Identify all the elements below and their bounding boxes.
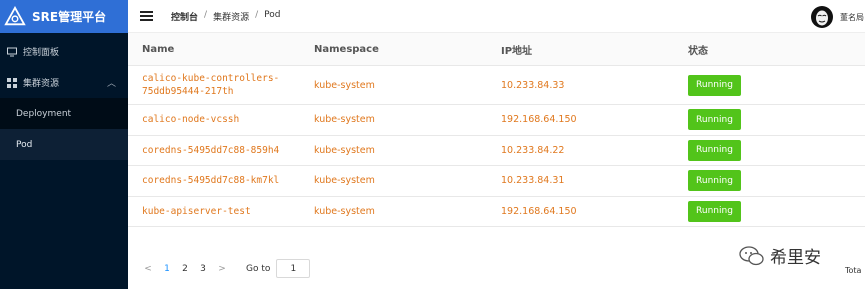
sidebar-item-label: Deployment [16, 108, 72, 119]
namespace-cell: kube-system [314, 144, 375, 156]
chevron-up-icon[interactable]: ︿ [107, 76, 116, 89]
table-row: coredns-5495dd7c88-859h4 kube-system 10.… [128, 136, 865, 166]
table-header: Name Namespace IP地址 状态 [128, 33, 865, 66]
menu-toggle-icon[interactable] [140, 11, 153, 21]
page-button-2[interactable]: 2 [176, 264, 194, 274]
prev-page-button[interactable]: < [138, 264, 158, 274]
monitor-icon [7, 47, 17, 56]
ip-cell: 10.233.84.31 [501, 175, 565, 187]
namespace-cell: kube-system [314, 205, 375, 217]
namespace-cell: kube-system [314, 114, 375, 126]
sidebar-item-deployment[interactable]: Deployment [0, 98, 128, 129]
status-badge[interactable]: Running [688, 74, 741, 96]
avatar[interactable] [811, 6, 833, 28]
pod-name-cell: calico-kube-controllers-75ddb95444-217th [142, 73, 280, 97]
status-badge[interactable]: Running [688, 109, 741, 131]
breadcrumb-item: Pod [264, 9, 281, 20]
user-name[interactable]: 董名局 [840, 12, 864, 23]
column-header-status: 状态 [688, 45, 708, 57]
pagination: < 1 2 3 > Go to 1 [138, 259, 311, 278]
namespace-cell: kube-system [314, 79, 375, 91]
pod-name-cell: kube-apiserver-test [142, 205, 251, 217]
pod-name-cell: calico-node-vcssh [142, 114, 240, 126]
logo-bar[interactable]: SRE管理平台 [0, 0, 128, 33]
watermark: 希里安 [738, 243, 821, 268]
grid-icon [7, 77, 17, 88]
ip-cell: 10.233.84.22 [501, 144, 565, 156]
sidebar: SRE管理平台 控制面板 集群资源 ︿ Deployment Pod [0, 0, 128, 289]
breadcrumb-item[interactable]: 集群资源 [213, 10, 249, 23]
sidebar-item-label: Pod [16, 139, 33, 150]
table-row: calico-kube-controllers-75ddb95444-217th… [128, 66, 865, 105]
page-button-3[interactable]: 3 [194, 264, 212, 274]
header: 控制台 / 集群资源 / Pod 董名局 [128, 0, 865, 33]
column-header-name: Name [142, 43, 175, 55]
goto-page-input[interactable]: 1 [276, 259, 311, 278]
sidebar-item-label: 集群资源 [23, 79, 60, 89]
status-badge[interactable]: Running [688, 139, 741, 161]
ip-cell: 10.233.84.33 [501, 79, 565, 91]
anonymous-mask-icon [816, 10, 828, 26]
column-header-ip: IP地址 [501, 45, 533, 57]
next-page-button[interactable]: > [212, 264, 232, 274]
sidebar-item-label: 控制面板 [23, 48, 60, 58]
sidebar-item-dashboard[interactable]: 控制面板 [0, 36, 128, 67]
wechat-icon [739, 245, 764, 265]
logo-icon [4, 5, 26, 25]
table-row: coredns-5495dd7c88-km7kl kube-system 10.… [128, 166, 865, 197]
column-header-namespace: Namespace [314, 43, 379, 55]
breadcrumb-separator: / [204, 9, 208, 20]
sidebar-item-pod[interactable]: Pod [0, 129, 128, 160]
total-label: Tota [845, 266, 862, 275]
watermark-text: 希里安 [770, 248, 821, 268]
sidebar-item-cluster-resources[interactable]: 集群资源 ︿ [0, 67, 128, 98]
table-row: kube-apiserver-test kube-system 192.168.… [128, 197, 865, 227]
table-row: calico-node-vcssh kube-system 192.168.64… [128, 105, 865, 136]
status-badge[interactable]: Running [688, 170, 741, 192]
page-button-1[interactable]: 1 [158, 264, 176, 274]
ip-cell: 192.168.64.150 [501, 205, 577, 217]
breadcrumb: 控制台 / 集群资源 / Pod [171, 10, 280, 23]
app-title: SRE管理平台 [32, 10, 107, 24]
ip-cell: 192.168.64.150 [501, 114, 577, 126]
breadcrumb-item[interactable]: 控制台 [171, 10, 198, 23]
goto-label: Go to [246, 263, 271, 274]
pod-name-cell: coredns-5495dd7c88-859h4 [142, 144, 280, 156]
pod-name-cell: coredns-5495dd7c88-km7kl [142, 175, 280, 187]
breadcrumb-separator: / [255, 9, 259, 20]
namespace-cell: kube-system [314, 175, 375, 187]
status-badge[interactable]: Running [688, 200, 741, 222]
